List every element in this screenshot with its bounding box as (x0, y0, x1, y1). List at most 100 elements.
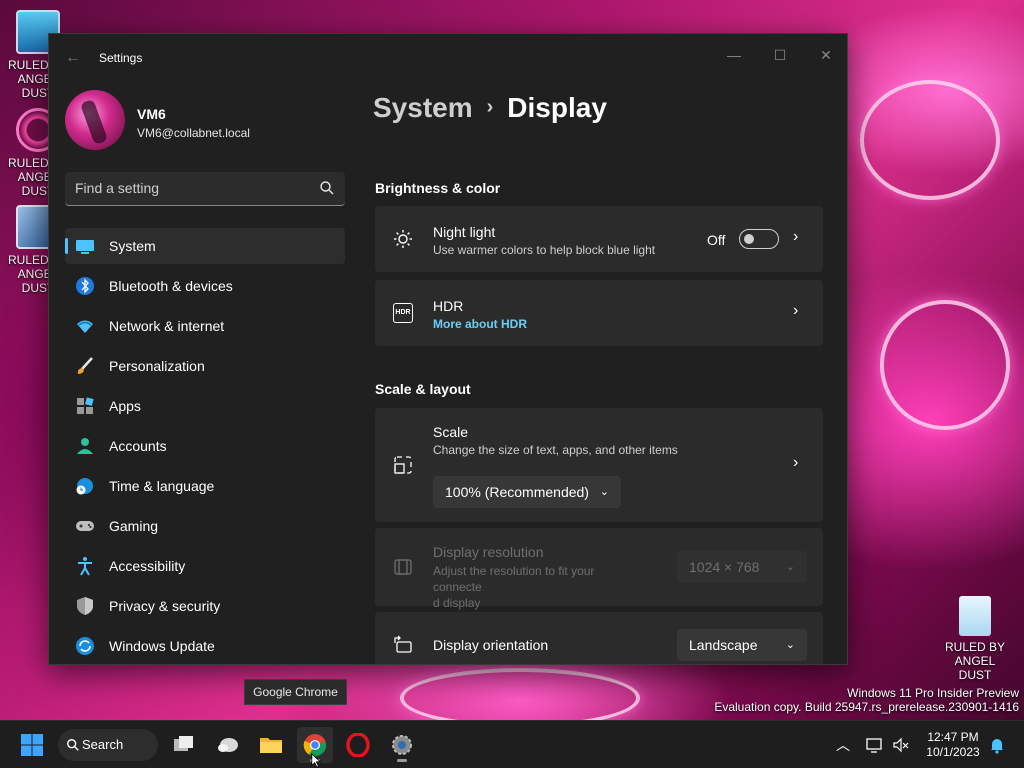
avatar (65, 90, 125, 150)
sidebar-item-privacy[interactable]: Privacy & security (65, 588, 345, 624)
file-explorer-button[interactable] (253, 727, 289, 763)
watermark-line: Evaluation copy. Build 25947.rs_prerelea… (714, 700, 1019, 714)
orientation-dropdown[interactable]: Landscape ⌄ (677, 629, 807, 661)
search-input[interactable] (75, 180, 305, 196)
back-arrow-icon[interactable]: ← (65, 48, 85, 68)
hdr-title: HDR (433, 298, 464, 314)
chevron-right-icon[interactable]: › (793, 228, 805, 245)
settings-icon (392, 735, 412, 755)
taskbar-tooltip: Google Chrome (244, 679, 347, 705)
sidebar-item-label: Accounts (109, 438, 167, 454)
sidebar-item-bluetooth[interactable]: Bluetooth & devices (65, 268, 345, 304)
night-light-toggle[interactable] (739, 229, 779, 249)
orientation-card[interactable]: Display orientation Landscape ⌄ (375, 612, 823, 664)
resolution-subtitle-line: Adjust the resolution to fit your connec… (433, 564, 595, 594)
chevron-up-icon[interactable]: ︿ (836, 735, 850, 755)
main-content: System › Display Brightness & color Night … (359, 82, 847, 664)
scale-dropdown[interactable]: 100% (Recommended) ⌄ (433, 476, 621, 508)
resolution-subtitle-line: d display (433, 596, 481, 610)
window-title: Settings (99, 51, 143, 65)
nav-list: System Bluetooth & devices Network & int… (65, 228, 345, 664)
sidebar-item-windows-update[interactable]: Windows Update (65, 628, 345, 664)
mouse-cursor (311, 753, 322, 768)
recycle-bin-label: RULED BY ANGEL DUST (944, 640, 1006, 682)
taskbar-search-label: Search (82, 737, 124, 752)
profile-email: VM6@collabnet.local (137, 126, 250, 140)
orientation-icon (394, 635, 412, 653)
hdr-card[interactable]: HDR HDR More about HDR › (375, 280, 823, 346)
sidebar-item-time-language[interactable]: Time & language (65, 468, 345, 504)
sidebar: VM6 VM6@collabnet.local System Bluetooth… (49, 82, 359, 664)
evaluation-watermark: Windows 11 Pro Insider Preview Evaluatio… (714, 686, 1019, 714)
globe-clock-icon (76, 478, 93, 495)
opera-button[interactable] (340, 727, 376, 763)
sidebar-item-label: Network & internet (109, 318, 225, 334)
breadcrumb-separator: › (486, 96, 494, 118)
notification-bell-icon[interactable] (988, 736, 1006, 754)
wallpaper-neon-ring (860, 80, 1000, 200)
night-light-state: Off (707, 232, 726, 248)
sidebar-item-apps[interactable]: Apps (65, 388, 345, 424)
chevron-down-icon: ⌄ (785, 639, 795, 651)
gamepad-icon (76, 521, 94, 531)
account-icon (77, 438, 93, 454)
resolution-icon (394, 559, 412, 575)
sidebar-item-label: Personalization (109, 358, 205, 374)
start-icon (21, 734, 43, 756)
task-view-icon (174, 736, 193, 751)
settings-button[interactable] (384, 727, 420, 763)
sidebar-item-accessibility[interactable]: Accessibility (65, 548, 345, 584)
watermark-line: Windows 11 Pro Insider Preview (847, 686, 1019, 700)
accessibility-icon (78, 557, 92, 576)
widgets-button[interactable] (210, 727, 246, 763)
search-icon[interactable] (319, 180, 335, 196)
system-clock[interactable]: 12:47 PM 10/1/2023 (918, 730, 988, 760)
night-light-title: Night light (433, 224, 496, 240)
chevron-right-icon[interactable]: › (793, 454, 805, 471)
network-icon[interactable] (866, 736, 884, 754)
sidebar-item-personalization[interactable]: Personalization (65, 348, 345, 384)
sidebar-item-network[interactable]: Network & internet (65, 308, 345, 344)
section-heading: Scale & layout (375, 381, 471, 397)
hdr-link[interactable]: More about HDR (433, 317, 527, 331)
settings-window: ← Settings — ☐ ✕ VM6 VM6@collabnet.local… (48, 33, 848, 665)
chevron-down-icon: ⌄ (785, 561, 795, 573)
title-bar: ← Settings — ☐ ✕ (49, 34, 847, 82)
close-button[interactable]: ✕ (803, 40, 847, 70)
sidebar-item-label: Bluetooth & devices (109, 278, 233, 294)
sidebar-item-label: Accessibility (109, 558, 186, 574)
clock-time: 12:47 PM (927, 730, 979, 744)
opera-icon (346, 733, 370, 757)
scale-card[interactable]: Scale Change the size of text, apps, and… (375, 408, 823, 522)
maximize-button[interactable]: ☐ (757, 40, 803, 70)
start-button[interactable] (14, 727, 50, 763)
orientation-title: Display orientation (433, 637, 549, 653)
recycle-bin-icon (959, 596, 991, 636)
section-heading: Brightness & color (375, 180, 501, 196)
sidebar-item-gaming[interactable]: Gaming (65, 508, 345, 544)
sun-icon (394, 230, 412, 248)
scale-value: 100% (Recommended) (445, 484, 589, 500)
sidebar-item-label: Windows Update (109, 638, 215, 654)
widgets-icon (218, 738, 238, 752)
breadcrumb-parent[interactable]: System (373, 92, 473, 123)
system-icon (76, 240, 94, 254)
night-light-card[interactable]: Night light Use warmer colors to help bl… (375, 206, 823, 272)
sidebar-item-label: Time & language (109, 478, 215, 494)
shield-icon (77, 597, 93, 615)
user-profile[interactable]: VM6 VM6@collabnet.local (65, 90, 345, 154)
sidebar-item-label: System (109, 238, 156, 254)
minimize-button[interactable]: — (711, 40, 757, 70)
apps-icon (77, 397, 94, 414)
sidebar-item-accounts[interactable]: Accounts (65, 428, 345, 464)
file-explorer-icon (260, 738, 282, 753)
page-title: Display (507, 92, 607, 123)
task-view-button[interactable] (166, 727, 202, 763)
resolution-dropdown[interactable]: 1024 × 768 ⌄ (677, 551, 807, 583)
volume-muted-icon[interactable] (892, 736, 910, 754)
recycle-bin[interactable]: RULED BY ANGEL DUST (938, 596, 1012, 682)
sidebar-item-system[interactable]: System (65, 228, 345, 264)
chevron-right-icon[interactable]: › (793, 302, 805, 319)
taskbar-search[interactable]: Search (58, 729, 158, 761)
wallpaper-neon-ring (880, 300, 1010, 430)
